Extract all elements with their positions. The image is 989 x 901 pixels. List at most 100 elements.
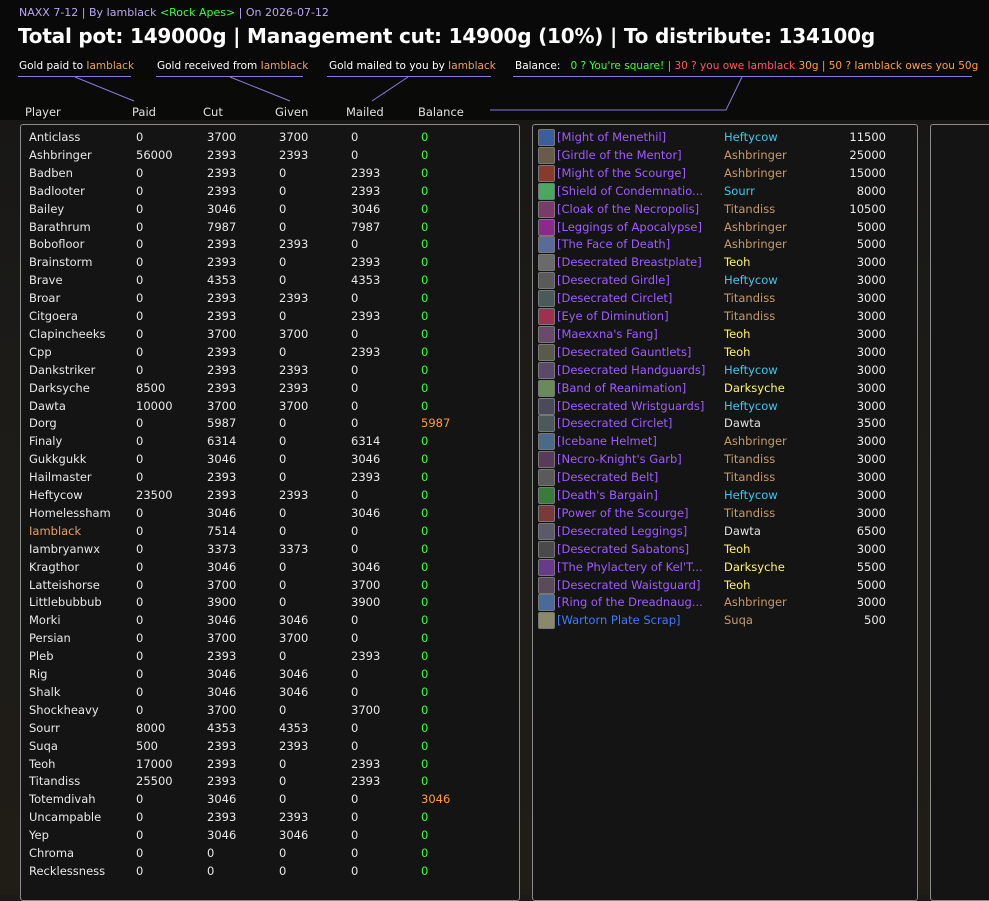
item-link[interactable]: [Desecrated Sabatons] (557, 542, 722, 556)
item-icon[interactable] (538, 343, 555, 361)
player-row[interactable]: Bobofloor 0 2393 2393 0 0 (21, 235, 519, 253)
item-link[interactable]: [Wartorn Plate Scrap] (557, 613, 722, 627)
player-row[interactable]: Teoh 17000 2393 0 2393 0 (21, 755, 519, 773)
item-link[interactable]: [Maexxna's Fang] (557, 327, 722, 341)
loot-row[interactable]: [Death's Bargain] Heftycow 3000 (533, 486, 917, 504)
loot-row[interactable]: [Eye of Diminution] Titandiss 3000 (533, 307, 917, 325)
item-icon[interactable] (538, 433, 555, 451)
player-row[interactable]: Titandiss 25500 2393 0 2393 0 (21, 772, 519, 790)
item-icon[interactable] (538, 594, 555, 612)
player-row[interactable]: Finaly 0 6314 0 6314 0 (21, 432, 519, 450)
item-icon[interactable] (538, 254, 555, 272)
item-icon[interactable] (538, 576, 555, 594)
loot-row[interactable]: [Icebane Helmet] Ashbringer 3000 (533, 432, 917, 451)
loot-row[interactable]: [Girdle of the Mentor] Ashbringer 25000 (533, 146, 917, 164)
player-row[interactable]: Dankstriker 0 2393 2393 0 0 (21, 361, 519, 379)
item-link[interactable]: [Desecrated Girdle] (557, 273, 722, 287)
player-row[interactable]: Brainstorm 0 2393 0 2393 0 (21, 253, 519, 271)
item-icon[interactable] (538, 129, 555, 146)
loot-row[interactable]: [Desecrated Circlet] Titandiss 3000 (533, 289, 917, 308)
player-row[interactable]: Totemdivah 0 3046 0 0 3046 (21, 790, 519, 808)
item-icon[interactable] (538, 397, 555, 415)
loot-row[interactable]: [Desecrated Waistguard] Teoh 5000 (533, 576, 917, 594)
player-row[interactable]: Gukkgukk 0 3046 0 3046 0 (21, 450, 519, 468)
player-row[interactable]: Shalk 0 3046 3046 0 0 (21, 683, 519, 701)
loot-row[interactable]: [Wartorn Plate Scrap] Suqa 500 (533, 611, 917, 630)
players-panel[interactable]: Anticlass 0 3700 3700 0 0 Ashbringer 56000 2393 2… (20, 124, 520, 901)
loot-row[interactable]: [Cloak of the Necropolis] Titandiss 10500 (533, 200, 917, 218)
loot-row[interactable]: [Desecrated Girdle] Heftycow 3000 (533, 271, 917, 290)
item-link[interactable]: [Cloak of the Necropolis] (557, 202, 722, 216)
item-link[interactable]: [Desecrated Wristguards] (557, 399, 722, 413)
player-row[interactable]: Shockheavy 0 3700 0 3700 0 (21, 701, 519, 719)
player-row[interactable]: Littlebubbub 0 3900 0 3900 0 (21, 593, 519, 611)
player-row[interactable]: Clapincheeks 0 3700 3700 0 0 (21, 325, 519, 343)
player-row[interactable]: Ashbringer 56000 2393 2393 0 0 (21, 146, 519, 164)
item-link[interactable]: [Desecrated Breastplate] (557, 255, 722, 269)
item-link[interactable]: [Power of the Scourge] (557, 506, 722, 520)
loot-row[interactable]: [Necro-Knight's Garb] Titandiss 3000 (533, 450, 917, 469)
player-row[interactable]: Chroma 0 0 0 0 0 (21, 844, 519, 862)
item-icon[interactable] (538, 325, 555, 343)
item-link[interactable]: [Desecrated Circlet] (557, 291, 722, 305)
player-row[interactable]: Brave 0 4353 0 4353 0 (21, 271, 519, 289)
item-icon[interactable] (538, 272, 555, 290)
item-link[interactable]: [Might of the Scourge] (557, 166, 722, 180)
item-link[interactable]: [Desecrated Leggings] (557, 524, 722, 538)
loot-row[interactable]: [Leggings of Apocalypse] Ashbringer 5000 (533, 218, 917, 236)
item-icon[interactable] (538, 540, 555, 558)
player-row[interactable]: Homelessham 0 3046 0 3046 0 (21, 504, 519, 522)
player-row[interactable]: Suqa 500 2393 2393 0 0 (21, 737, 519, 755)
loot-row[interactable]: [Desecrated Leggings] Dawta 6500 (533, 522, 917, 540)
item-icon[interactable] (538, 612, 555, 630)
player-row[interactable]: Persian 0 3700 3700 0 0 (21, 629, 519, 647)
item-link[interactable]: [Desecrated Gauntlets] (557, 345, 722, 359)
loot-row[interactable]: [Desecrated Gauntlets] Teoh 3000 (533, 343, 917, 361)
loot-row[interactable]: [Desecrated Circlet] Dawta 3500 (533, 414, 917, 433)
player-row[interactable]: Latteishorse 0 3700 0 3700 0 (21, 576, 519, 594)
item-link[interactable]: [Desecrated Waistguard] (557, 578, 722, 592)
item-link[interactable]: [Desecrated Belt] (557, 470, 722, 484)
item-link[interactable]: [Band of Reanimation] (557, 381, 722, 395)
player-row[interactable]: Barathrum 0 7987 0 7987 0 (21, 218, 519, 236)
item-icon[interactable] (538, 451, 555, 469)
loot-row[interactable]: [Desecrated Handguards] Heftycow 3000 (533, 361, 917, 379)
player-row[interactable]: Dorg 0 5987 0 0 5987 (21, 414, 519, 432)
item-link[interactable]: [The Phylactery of Kel'T... (557, 560, 722, 574)
item-icon[interactable] (538, 146, 555, 164)
loot-row[interactable]: [Desecrated Wristguards] Heftycow 3000 (533, 397, 917, 415)
loot-row[interactable]: [Power of the Scourge] Titandiss 3000 (533, 504, 917, 522)
loot-row[interactable]: [Desecrated Breastplate] Teoh 3000 (533, 253, 917, 272)
player-row[interactable]: Heftycow 23500 2393 2393 0 0 (21, 486, 519, 504)
loot-row[interactable]: [Shield of Condemnatio... Sourr 8000 (533, 182, 917, 200)
loot-row[interactable]: [Desecrated Belt] Titandiss 3000 (533, 468, 917, 487)
item-icon[interactable] (538, 522, 555, 540)
player-row[interactable]: Badlooter 0 2393 0 2393 0 (21, 182, 519, 200)
player-row[interactable]: Sourr 8000 4353 4353 0 0 (21, 719, 519, 737)
player-row[interactable]: Iambryanwx 0 3373 3373 0 0 (21, 540, 519, 558)
item-icon[interactable] (538, 487, 555, 504)
player-row[interactable]: Hailmaster 0 2393 0 2393 0 (21, 468, 519, 486)
loot-panel[interactable]: [Might of Menethil] Heftycow 11500 [Girdle … (532, 124, 918, 901)
loot-row[interactable]: [Band of Reanimation] Darksyche 3000 (533, 379, 917, 397)
item-icon[interactable] (538, 361, 555, 379)
player-row[interactable]: Rig 0 3046 3046 0 0 (21, 665, 519, 683)
player-row[interactable]: Cpp 0 2393 0 2393 0 (21, 343, 519, 361)
item-icon[interactable] (538, 218, 555, 236)
player-row[interactable]: Morki 0 3046 3046 0 0 (21, 611, 519, 629)
player-row[interactable]: Anticlass 0 3700 3700 0 0 (21, 128, 519, 146)
item-icon[interactable] (538, 164, 555, 182)
item-icon[interactable] (538, 558, 555, 576)
loot-row[interactable]: [Desecrated Sabatons] Teoh 3000 (533, 540, 917, 558)
loot-row[interactable]: [Ring of the Dreadnaug... Ashbringer 3000 (533, 593, 917, 612)
player-row[interactable]: Broar 0 2393 2393 0 0 (21, 289, 519, 307)
item-link[interactable]: [Eye of Diminution] (557, 309, 722, 323)
player-row[interactable]: Iamblack 0 7514 0 0 0 (21, 522, 519, 540)
item-icon[interactable] (538, 379, 555, 397)
player-row[interactable]: Yep 0 3046 3046 0 0 (21, 826, 519, 844)
player-row[interactable]: Badben 0 2393 0 2393 0 (21, 164, 519, 182)
item-link[interactable]: [Ring of the Dreadnaug... (557, 595, 722, 609)
item-link[interactable]: [Necro-Knight's Garb] (557, 452, 722, 466)
player-row[interactable]: Pleb 0 2393 0 2393 0 (21, 647, 519, 665)
player-row[interactable]: Darksyche 8500 2393 2393 0 0 (21, 379, 519, 397)
